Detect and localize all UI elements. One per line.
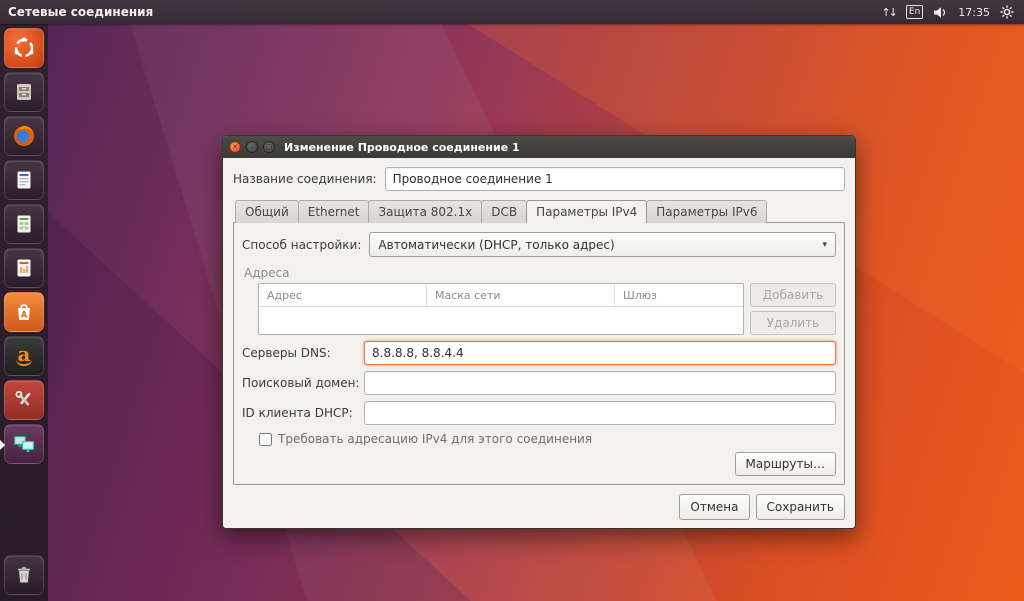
ubuntu-dash-icon[interactable] bbox=[4, 28, 44, 68]
session-gear-icon[interactable] bbox=[1000, 5, 1014, 19]
delete-address-button[interactable]: Удалить bbox=[750, 311, 836, 335]
addresses-table-header: Адрес Маска сети Шлюз bbox=[259, 284, 743, 307]
require-ipv4-checkbox[interactable] bbox=[259, 433, 272, 446]
unity-launcher: A a bbox=[0, 24, 48, 601]
volume-icon[interactable] bbox=[933, 6, 948, 19]
settings-tabs: Общий Ethernet Защита 802.1x DCB Парамет… bbox=[233, 200, 845, 223]
files-icon[interactable] bbox=[4, 72, 44, 112]
connection-name-label: Название соединения: bbox=[233, 172, 377, 186]
method-row: Способ настройки: Автоматически (DHCP, т… bbox=[242, 232, 836, 257]
method-dropdown[interactable]: Автоматически (DHCP, только адрес) ▾ bbox=[369, 232, 836, 257]
method-label: Способ настройки: bbox=[242, 238, 361, 252]
dialog-body: Название соединения: Общий Ethernet Защи… bbox=[223, 158, 855, 528]
add-address-button[interactable]: Добавить bbox=[750, 283, 836, 307]
desktop: Сетевые соединения ↑↓ En 17:35 bbox=[0, 0, 1024, 601]
addresses-section-label: Адреса bbox=[244, 266, 836, 280]
dhcp-client-id-label: ID клиента DHCP: bbox=[242, 406, 364, 420]
trash-icon[interactable] bbox=[4, 555, 44, 595]
minimize-icon[interactable]: – bbox=[246, 141, 258, 153]
close-icon[interactable]: ✕ bbox=[229, 141, 241, 153]
libreoffice-calc-icon[interactable] bbox=[4, 204, 44, 244]
require-ipv4-row: Требовать адресацию IPv4 для этого соеди… bbox=[259, 432, 836, 446]
addresses-block: Адрес Маска сети Шлюз Добавить Удалить bbox=[258, 283, 836, 335]
tab-ipv4-settings[interactable]: Параметры IPv4 bbox=[526, 200, 647, 223]
ipv4-settings-panel: Способ настройки: Автоматически (DHCP, т… bbox=[233, 222, 845, 485]
indicator-area: ↑↓ En 17:35 bbox=[881, 5, 1024, 19]
top-panel: Сетевые соединения ↑↓ En 17:35 bbox=[0, 0, 1024, 24]
tab-ethernet[interactable]: Ethernet bbox=[298, 200, 370, 223]
dns-row: Серверы DNS: bbox=[242, 341, 836, 365]
tab-802-1x-security[interactable]: Защита 802.1x bbox=[368, 200, 482, 223]
network-indicator-icon[interactable]: ↑↓ bbox=[881, 6, 895, 19]
tab-general[interactable]: Общий bbox=[235, 200, 299, 223]
keyboard-layout-indicator[interactable]: En bbox=[906, 5, 923, 19]
maximize-icon[interactable]: ▢ bbox=[263, 141, 275, 153]
dialog-title: Изменение Проводное соединение 1 bbox=[284, 141, 520, 154]
dialog-titlebar[interactable]: ✕ – ▢ Изменение Проводное соединение 1 bbox=[223, 136, 855, 158]
network-connections-icon[interactable] bbox=[4, 424, 44, 464]
dhcp-client-id-input[interactable] bbox=[364, 401, 836, 425]
column-gateway: Шлюз bbox=[615, 284, 743, 306]
dns-servers-input[interactable] bbox=[364, 341, 836, 365]
require-ipv4-label: Требовать адресацию IPv4 для этого соеди… bbox=[278, 432, 592, 446]
libreoffice-impress-icon[interactable] bbox=[4, 248, 44, 288]
svg-text:A: A bbox=[21, 311, 28, 321]
column-address: Адрес bbox=[259, 284, 427, 306]
active-app-arrow bbox=[0, 439, 5, 451]
dialog-actions: Отмена Сохранить bbox=[233, 494, 845, 520]
method-value: Автоматически (DHCP, только адрес) bbox=[378, 238, 614, 252]
edit-connection-dialog: ✕ – ▢ Изменение Проводное соединение 1 Н… bbox=[222, 135, 856, 529]
active-app-title: Сетевые соединения bbox=[8, 5, 153, 19]
save-button[interactable]: Сохранить bbox=[756, 494, 846, 520]
connection-name-input[interactable] bbox=[385, 167, 845, 191]
connection-name-row: Название соединения: bbox=[233, 167, 845, 191]
firefox-icon[interactable] bbox=[4, 116, 44, 156]
amazon-icon[interactable]: a bbox=[4, 336, 44, 376]
search-domain-input[interactable] bbox=[364, 371, 836, 395]
routes-row: Маршруты… bbox=[242, 452, 836, 476]
routes-button[interactable]: Маршруты… bbox=[735, 452, 837, 476]
amazon-glyph: a bbox=[16, 347, 32, 366]
libreoffice-writer-icon[interactable] bbox=[4, 160, 44, 200]
cancel-button[interactable]: Отмена bbox=[679, 494, 749, 520]
tab-ipv6-settings[interactable]: Параметры IPv6 bbox=[646, 200, 767, 223]
clock[interactable]: 17:35 bbox=[958, 6, 990, 19]
dhcp-client-id-row: ID клиента DHCP: bbox=[242, 401, 836, 425]
chevron-down-icon: ▾ bbox=[822, 240, 827, 250]
dns-label: Серверы DNS: bbox=[242, 346, 364, 360]
search-domain-row: Поисковый домен: bbox=[242, 371, 836, 395]
ubuntu-software-icon[interactable]: A bbox=[4, 292, 44, 332]
addresses-buttons: Добавить Удалить bbox=[750, 283, 836, 335]
column-netmask: Маска сети bbox=[427, 284, 615, 306]
addresses-table[interactable]: Адрес Маска сети Шлюз bbox=[258, 283, 744, 335]
tab-dcb[interactable]: DCB bbox=[481, 200, 527, 223]
search-domain-label: Поисковый домен: bbox=[242, 376, 364, 390]
system-settings-icon[interactable] bbox=[4, 380, 44, 420]
